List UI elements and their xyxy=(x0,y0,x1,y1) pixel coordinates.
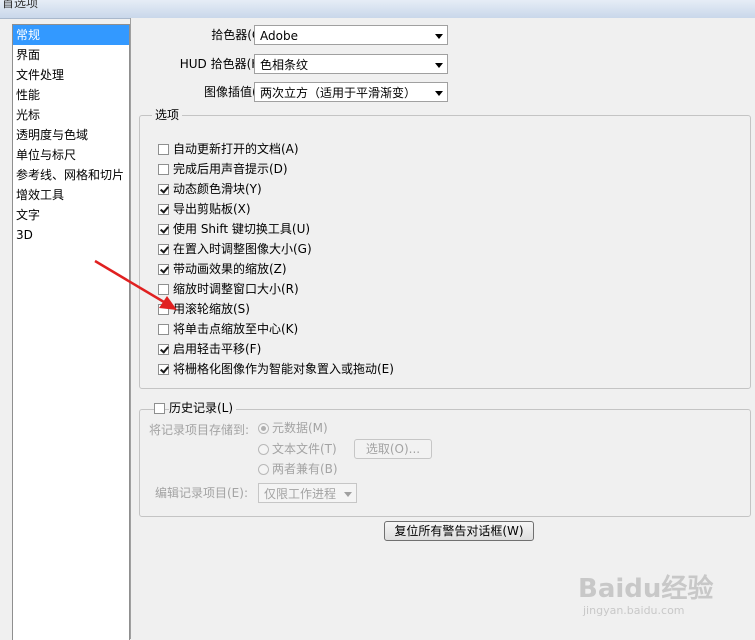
hud-picker-select[interactable]: 色相条纹 xyxy=(254,54,448,74)
edit-log-label: 编辑记录项目(E): xyxy=(155,486,248,500)
option-label: 缩放时调整窗口大小(R) xyxy=(173,282,299,296)
chevron-down-icon xyxy=(435,91,443,96)
category-3d[interactable]: 3D xyxy=(13,225,129,245)
baidu-watermark: Baidu经验 jingyan.baidu.com xyxy=(578,568,714,617)
category-units-rulers[interactable]: 单位与标尺 xyxy=(13,145,129,165)
option-label: 将单击点缩放至中心(K) xyxy=(173,322,299,336)
category-guides-grid-slices[interactable]: 参考线、网格和切片 xyxy=(13,165,129,185)
window-title: 首选项 xyxy=(2,0,39,10)
watermark-brand: Baidu经验 xyxy=(578,574,714,604)
choose-file-button[interactable]: 选取(O)... xyxy=(354,439,432,459)
category-interface[interactable]: 界面 xyxy=(13,45,129,65)
hud-picker-label: HUD 拾色器(H): xyxy=(179,57,269,71)
interp-select[interactable]: 两次立方（适用于平滑渐变） xyxy=(254,82,448,102)
category-transparency-gamut[interactable]: 透明度与色域 xyxy=(13,125,129,145)
option-label: 完成后用声音提示(D) xyxy=(173,162,288,176)
option-label: 动态颜色滑块(Y) xyxy=(173,182,262,196)
option-label: 将栅格化图像作为智能对象置入或拖动(E) xyxy=(173,362,394,376)
option-checkbox[interactable] xyxy=(158,344,169,355)
radio-both[interactable] xyxy=(258,464,269,475)
category-type[interactable]: 文字 xyxy=(13,205,129,225)
option-label: 启用轻击平移(F) xyxy=(173,342,262,356)
option-label: 使用 Shift 键切换工具(U) xyxy=(173,222,311,236)
category-plugins[interactable]: 增效工具 xyxy=(13,185,129,205)
edit-log-select[interactable]: 仅限工作进程 xyxy=(258,483,357,503)
watermark-url: jingyan.baidu.com xyxy=(583,604,685,617)
option-checkbox[interactable] xyxy=(158,244,169,255)
option-label: 导出剪贴板(X) xyxy=(173,202,251,216)
radio-text-file-label: 文本文件(T) xyxy=(272,442,337,456)
hud-picker-value: 色相条纹 xyxy=(260,58,309,72)
general-panel: 拾色器(C): Adobe HUD 拾色器(H): 色相条纹 图像插值(I): … xyxy=(94,18,755,639)
category-performance[interactable]: 性能 xyxy=(13,85,129,105)
radio-text-file[interactable] xyxy=(258,444,269,455)
radio-both-label: 两者兼有(B) xyxy=(272,462,338,476)
category-cursors[interactable]: 光标 xyxy=(13,105,129,125)
option-label: 在置入时调整图像大小(G) xyxy=(173,242,312,256)
option-checkbox[interactable] xyxy=(158,144,169,155)
history-label: 历史记录(L) xyxy=(169,398,237,418)
color-picker-value: Adobe xyxy=(260,29,298,43)
options-legend: 选项 xyxy=(152,107,183,123)
save-to-label: 将记录项目存储到: xyxy=(149,423,250,437)
option-label: 带动画效果的缩放(Z) xyxy=(173,262,287,276)
color-picker-select[interactable]: Adobe xyxy=(254,25,448,45)
chevron-down-icon xyxy=(435,34,443,39)
chevron-down-icon xyxy=(344,492,352,497)
interp-value: 两次立方（适用于平滑渐变） xyxy=(260,86,417,100)
chevron-down-icon xyxy=(435,63,443,68)
category-general[interactable]: 常规 xyxy=(13,25,129,45)
option-checkbox[interactable] xyxy=(158,184,169,195)
reset-warnings-button[interactable]: 复位所有警告对话框(W) xyxy=(384,521,534,541)
radio-metadata-label: 元数据(M) xyxy=(272,421,328,435)
category-list[interactable]: 常规 界面 文件处理 性能 光标 透明度与色域 单位与标尺 参考线、网格和切片 … xyxy=(12,24,130,640)
color-picker-label: 拾色器(C): xyxy=(211,28,269,42)
category-file-handling[interactable]: 文件处理 xyxy=(13,65,129,85)
window-titlebar: 首选项 xyxy=(0,0,755,19)
interp-label: 图像插值(I): xyxy=(204,85,269,99)
option-checkbox[interactable] xyxy=(158,164,169,175)
radio-metadata[interactable] xyxy=(258,423,269,434)
edit-log-value: 仅限工作进程 xyxy=(264,487,337,501)
red-arrow-annotation xyxy=(94,259,177,310)
option-checkbox[interactable] xyxy=(158,204,169,215)
option-checkbox[interactable] xyxy=(158,224,169,235)
history-checkbox[interactable] xyxy=(154,403,165,414)
option-checkbox[interactable] xyxy=(158,364,169,375)
option-label: 自动更新打开的文档(A) xyxy=(173,142,299,156)
